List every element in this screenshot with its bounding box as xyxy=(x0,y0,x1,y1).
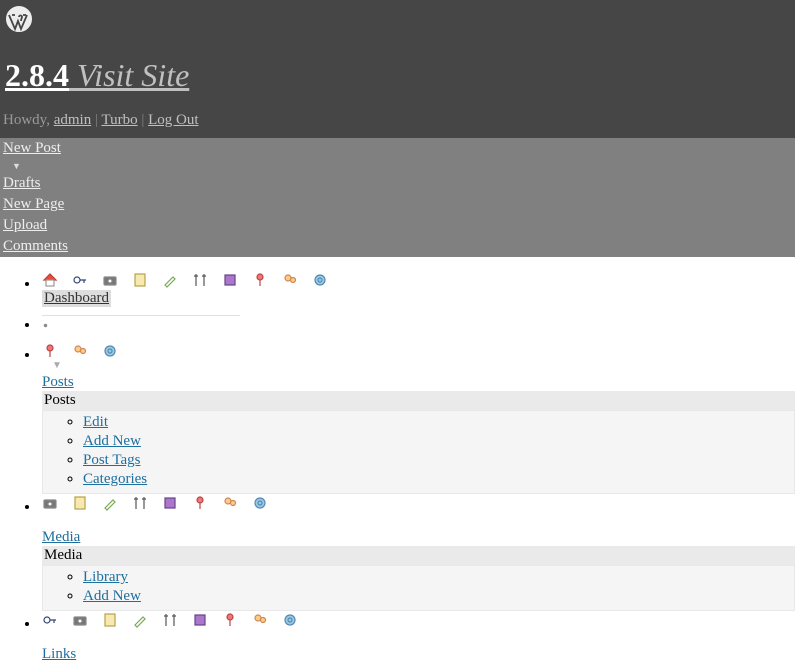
dashboard-sprite-row xyxy=(42,271,801,289)
posts-submenu: Edit Add New Post Tags Categories xyxy=(42,410,795,494)
camera-icon xyxy=(102,272,118,288)
dashboard-link[interactable]: Dashboard xyxy=(42,290,111,307)
comments-link[interactable]: Comments xyxy=(0,236,795,257)
media-add-item: Add New xyxy=(83,587,794,606)
nav-separator xyxy=(40,315,801,334)
posts-cats-item: Categories xyxy=(83,470,794,489)
wordpress-logo-icon xyxy=(3,3,35,35)
media-library-item: Library xyxy=(83,568,794,587)
nav-item-media[interactable]: Media Media Library Add New xyxy=(40,494,801,611)
posts-post-tags-link[interactable]: Post Tags xyxy=(83,452,140,468)
site-version-link[interactable]: 2.8.4 xyxy=(5,57,77,93)
admin-sidebar: Dashboard ▼ Posts Posts Edit Add New Pos… xyxy=(0,271,801,663)
gear-icon xyxy=(102,343,118,359)
key-icon xyxy=(72,272,88,288)
turbo-link[interactable]: Turbo xyxy=(101,112,137,128)
tools-icon xyxy=(132,495,148,511)
drafts-link[interactable]: Drafts xyxy=(0,173,795,194)
nav-item-dashboard[interactable]: Dashboard xyxy=(40,271,801,307)
tools-icon xyxy=(192,272,208,288)
media-sprite-row xyxy=(42,494,801,512)
brush-icon xyxy=(162,272,178,288)
users-icon xyxy=(72,343,88,359)
tools-icon xyxy=(162,612,178,628)
users-icon xyxy=(282,272,298,288)
posts-categories-link[interactable]: Categories xyxy=(83,471,147,487)
nav-item-posts[interactable]: ▼ Posts Posts Edit Add New Post Tags Cat… xyxy=(40,342,801,494)
gear-icon xyxy=(312,272,328,288)
media-section-title: Media xyxy=(42,546,795,565)
camera-icon xyxy=(72,612,88,628)
media-link[interactable]: Media xyxy=(42,529,80,546)
new-page-link[interactable]: New Page xyxy=(0,194,795,215)
posts-section-title: Posts xyxy=(42,391,795,410)
posts-expand-indicator[interactable]: ▼ xyxy=(52,360,801,371)
plugin-icon xyxy=(192,612,208,628)
links-sprite-row xyxy=(42,611,801,629)
users-icon xyxy=(222,495,238,511)
admin-profile-link[interactable]: admin xyxy=(54,112,92,128)
page-icon xyxy=(102,612,118,628)
home-icon xyxy=(42,272,58,288)
posts-tags-item: Post Tags xyxy=(83,451,794,470)
media-submenu: Library Add New xyxy=(42,565,795,611)
logout-link[interactable]: Log Out xyxy=(148,112,198,128)
links-link[interactable]: Links xyxy=(42,646,76,663)
admin-header: 2.8.4 Visit Site Howdy, admin | Turbo | … xyxy=(0,0,795,138)
brush-icon xyxy=(132,612,148,628)
pin-icon xyxy=(192,495,208,511)
nav-item-links[interactable]: Links xyxy=(40,611,801,663)
favorites-toggle[interactable]: ▼ xyxy=(0,159,795,173)
posts-edit-item: Edit xyxy=(83,413,794,432)
posts-add-new-link[interactable]: Add New xyxy=(83,433,141,449)
posts-add-item: Add New xyxy=(83,432,794,451)
upload-link[interactable]: Upload xyxy=(0,215,795,236)
plugin-icon xyxy=(162,495,178,511)
posts-edit-link[interactable]: Edit xyxy=(83,414,108,430)
media-library-link[interactable]: Library xyxy=(83,569,128,585)
gear-icon xyxy=(282,612,298,628)
user-greeting: Howdy, admin | Turbo | Log Out xyxy=(3,112,795,135)
camera-icon xyxy=(42,495,58,511)
pin-icon xyxy=(42,343,58,359)
brush-icon xyxy=(102,495,118,511)
visit-site-link[interactable]: Visit Site xyxy=(77,57,189,93)
posts-sprite-row xyxy=(42,342,801,360)
plugin-icon xyxy=(222,272,238,288)
favorites-bar: New Post ▼ Drafts New Page Upload Commen… xyxy=(0,138,795,257)
gear-icon xyxy=(252,495,268,511)
users-icon xyxy=(252,612,268,628)
page-icon xyxy=(72,495,88,511)
collapse-dot-icon[interactable] xyxy=(42,322,49,329)
new-post-link[interactable]: New Post xyxy=(0,138,795,159)
media-add-new-link[interactable]: Add New xyxy=(83,588,141,604)
pin-icon xyxy=(252,272,268,288)
pin-icon xyxy=(222,612,238,628)
posts-link[interactable]: Posts xyxy=(42,374,74,391)
key-icon xyxy=(42,612,58,628)
page-icon xyxy=(132,272,148,288)
howdy-text: Howdy, xyxy=(3,112,50,128)
